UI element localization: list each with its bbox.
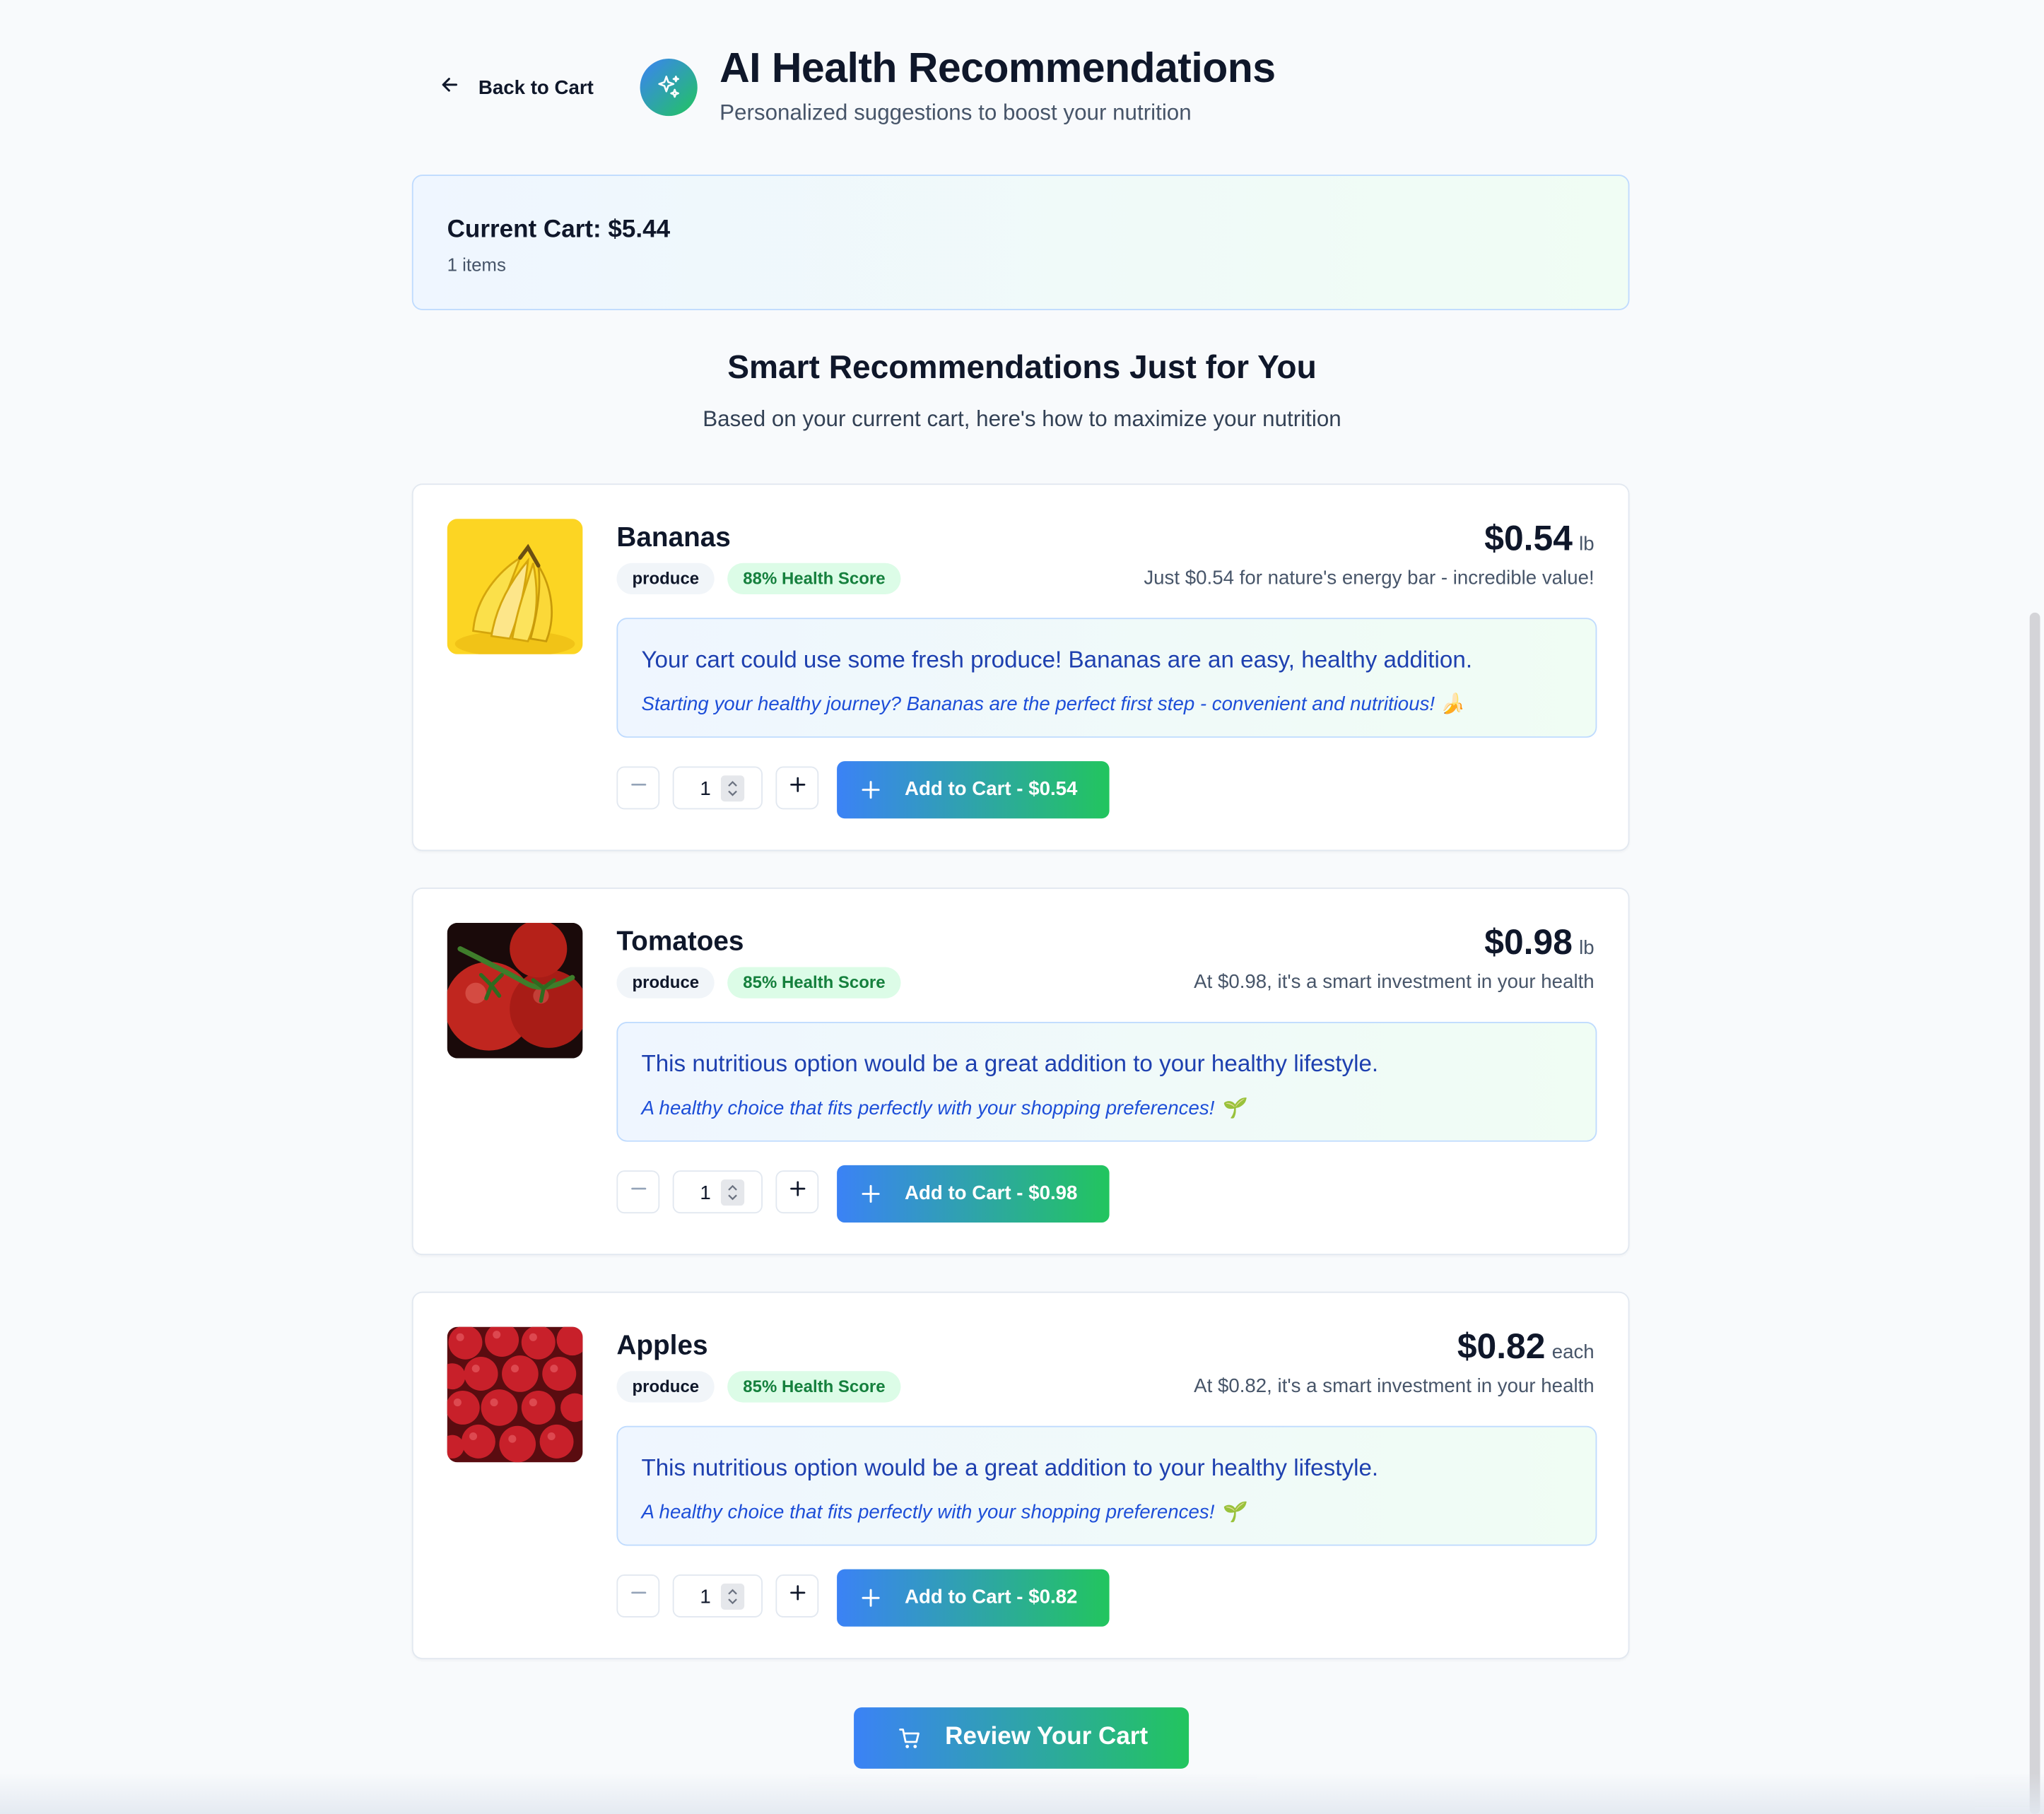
add-to-cart-button[interactable]: Add to Cart - $0.82	[837, 1569, 1110, 1627]
recommendation-text: This nutritious option would be a great …	[641, 1050, 1379, 1077]
section-subtitle: Based on your current cart, here's how t…	[703, 406, 1341, 432]
product-card-apples: Apples produce 85% Health Score $0.82 ea…	[411, 1291, 1630, 1659]
page-title: AI Health Recommendations	[719, 44, 1276, 92]
plus-icon	[788, 775, 806, 800]
increase-quantity-button[interactable]	[775, 1170, 819, 1214]
chevron-up-down-icon[interactable]	[720, 1583, 745, 1610]
product-price: $0.98	[1484, 922, 1573, 962]
product-card-tomatoes: Tomatoes produce 85% Health Score $0.98 …	[411, 888, 1630, 1256]
scrollbar[interactable]	[2029, 612, 2040, 1814]
quantity-value: 1	[700, 1586, 711, 1608]
plus-icon	[788, 1179, 806, 1204]
product-name: Tomatoes	[616, 926, 744, 957]
cart-total: Current Cart: $5.44	[447, 216, 671, 244]
recommendation-text: Your cart could use some fresh produce! …	[641, 646, 1473, 673]
quantity-input[interactable]: 1	[672, 1574, 763, 1618]
add-to-cart-label: Add to Cart - $0.54	[905, 778, 1078, 801]
chevron-up-down-icon[interactable]	[720, 775, 745, 802]
health-score-badge: 85% Health Score	[727, 1371, 901, 1403]
shopping-cart-icon	[899, 1728, 920, 1748]
cart-item-count: 1 items	[447, 254, 506, 276]
increase-quantity-button[interactable]	[775, 1574, 819, 1618]
recommendation-box: This nutritious option would be a great …	[616, 1425, 1597, 1546]
quantity-value: 1	[700, 778, 711, 801]
back-to-cart-label: Back to Cart	[478, 76, 594, 99]
recommendation-text: This nutritious option would be a great …	[641, 1454, 1379, 1481]
minus-icon	[629, 1584, 647, 1608]
add-to-cart-button[interactable]: Add to Cart - $0.54	[837, 761, 1110, 819]
quantity-input[interactable]: 1	[672, 1170, 763, 1214]
price-block: $0.82 each	[1457, 1327, 1594, 1367]
product-price: $0.54	[1484, 519, 1573, 558]
price-block: $0.98 lb	[1484, 923, 1594, 963]
price-block: $0.54 lb	[1484, 519, 1594, 559]
minus-icon	[629, 775, 647, 800]
cart-summary-panel: Current Cart: $5.44 1 items	[411, 175, 1630, 310]
decrease-quantity-button[interactable]	[616, 1170, 660, 1214]
quantity-value: 1	[700, 1182, 711, 1205]
recommendation-note: Starting your healthy journey? Bananas a…	[641, 693, 1465, 716]
price-note: Just $0.54 for nature's energy bar - inc…	[1144, 567, 1594, 589]
price-unit: lb	[1579, 937, 1594, 960]
tomatoes-image	[447, 922, 583, 1059]
recommendation-box: This nutritious option would be a great …	[616, 1022, 1597, 1142]
add-to-cart-button[interactable]: Add to Cart - $0.98	[837, 1165, 1110, 1223]
plus-icon	[862, 1184, 880, 1203]
product-price: $0.82	[1457, 1326, 1546, 1366]
price-note: At $0.82, it's a smart investment in you…	[1194, 1374, 1594, 1398]
page: Back to Cart AI Health Recommendations P…	[0, 0, 2044, 1814]
quantity-input[interactable]: 1	[672, 766, 763, 810]
recommendation-box: Your cart could use some fresh produce! …	[616, 618, 1597, 738]
health-score-badge: 88% Health Score	[727, 563, 901, 595]
arrow-left-icon	[440, 74, 461, 100]
page-subtitle: Personalized suggestions to boost your n…	[719, 100, 1192, 126]
add-to-cart-label: Add to Cart - $0.82	[905, 1586, 1078, 1608]
review-cart-label: Review Your Cart	[945, 1723, 1149, 1751]
health-score-badge: 85% Health Score	[727, 967, 901, 999]
section-title: Smart Recommendations Just for You	[727, 349, 1317, 386]
decrease-quantity-button[interactable]	[616, 766, 660, 810]
review-cart-button[interactable]: Review Your Cart	[854, 1707, 1190, 1769]
plus-icon	[862, 1589, 880, 1607]
product-name: Bananas	[616, 522, 731, 553]
chevron-up-down-icon[interactable]	[720, 1179, 745, 1206]
add-to-cart-label: Add to Cart - $0.98	[905, 1182, 1078, 1205]
recommendation-note: A healthy choice that fits perfectly wit…	[641, 1097, 1245, 1120]
apples-image	[447, 1326, 583, 1463]
decrease-quantity-button[interactable]	[616, 1574, 660, 1618]
bananas-image	[447, 519, 583, 654]
price-unit: lb	[1579, 533, 1594, 555]
bottom-fade	[0, 1772, 2044, 1814]
category-badge: produce	[616, 1371, 715, 1403]
category-badge: produce	[616, 563, 715, 595]
minus-icon	[629, 1179, 647, 1204]
recommendation-note: A healthy choice that fits perfectly wit…	[641, 1501, 1245, 1524]
plus-icon	[788, 1584, 806, 1608]
price-unit: each	[1551, 1341, 1594, 1364]
back-to-cart-button[interactable]: Back to Cart	[434, 65, 599, 110]
product-card-bananas: Bananas produce 88% Health Score $0.54 l…	[411, 483, 1630, 852]
sparkles-icon	[640, 58, 698, 117]
category-badge: produce	[616, 967, 715, 999]
product-name: Apples	[616, 1331, 708, 1361]
price-note: At $0.98, it's a smart investment in you…	[1194, 971, 1594, 994]
increase-quantity-button[interactable]	[775, 766, 819, 810]
plus-icon	[862, 781, 880, 799]
